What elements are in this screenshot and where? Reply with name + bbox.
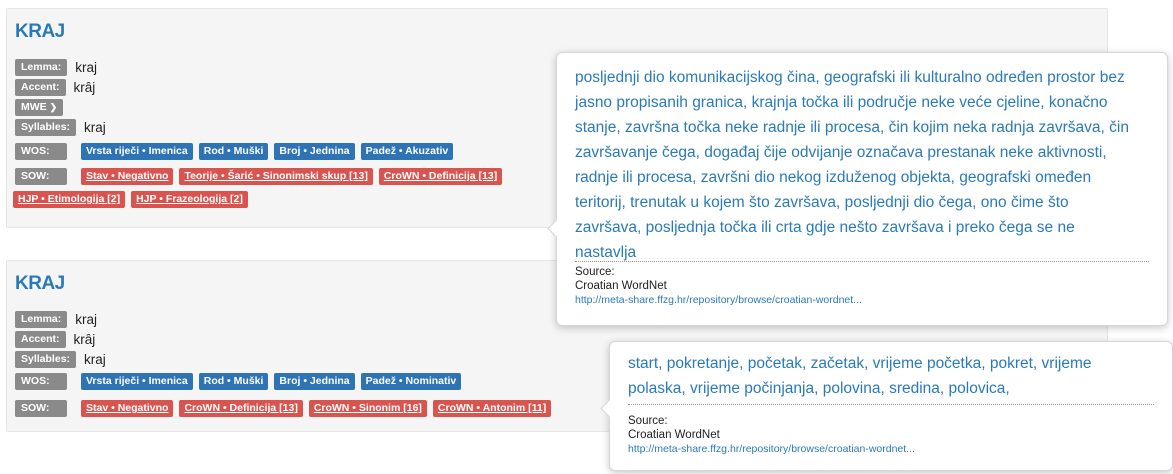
- sow-tag[interactable]: CroWN • Sinonim [16]: [308, 400, 427, 417]
- sow-tag[interactable]: CroWN • Definicija [13]: [179, 400, 303, 417]
- definition-tooltip: posljednji dio komunikacijskog čina, geo…: [547, 52, 1168, 326]
- entry-title: KRAJ: [15, 273, 65, 294]
- accent-label: Accent:: [15, 331, 66, 348]
- accent-label: Accent:: [15, 79, 66, 96]
- entry-title: KRAJ: [15, 21, 65, 42]
- chevron-down-icon: ❯: [49, 102, 58, 112]
- sow-label: SOW:: [15, 168, 67, 185]
- tooltip-line: start, pokretanje, početak, začetak, vri…: [628, 355, 1092, 372]
- lemma-value: kraj: [75, 60, 98, 75]
- tooltip-line: radnje ili procesa, završni dio nekog iz…: [575, 169, 1092, 186]
- sow-row: SOW: Stav • Negativno Teorije • Šarić • …: [15, 168, 503, 185]
- lemma-label: Lemma:: [15, 311, 68, 328]
- sow-label: SOW:: [15, 400, 67, 417]
- source-name: Croatian WordNet: [575, 280, 667, 292]
- source-name: Croatian WordNet: [628, 429, 720, 441]
- accent-value: krȃj: [73, 332, 96, 347]
- tooltip-line: jasno propisanih granica, krajnja točka …: [575, 94, 1108, 111]
- wos-tag[interactable]: Rod • Muški: [198, 373, 269, 390]
- wos-tag[interactable]: Broj • Jednina: [274, 143, 355, 160]
- wos-tag[interactable]: Padež • Akuzativ: [360, 143, 454, 160]
- accent-row: Accent: krȃj: [15, 79, 95, 96]
- wos-label: WOS:: [15, 373, 67, 390]
- syllables-row: Syllables: kraj: [15, 119, 106, 136]
- sow-row-continued: HJP • Etimologija [2] HJP • Frazeologija…: [13, 191, 248, 208]
- accent-value: krȃj: [73, 80, 96, 95]
- wos-row: WOS: Vrsta riječi • Imenica Rod • Muški …: [15, 373, 462, 390]
- tooltip-divider: [575, 261, 1149, 262]
- tooltip-line: stanje, završna točka neke radnje ili pr…: [575, 119, 1129, 136]
- syllables-label: Syllables:: [15, 351, 77, 368]
- synonym-tooltip: start, pokretanje, početak, začetak, vri…: [600, 341, 1173, 471]
- sow-tag[interactable]: Stav • Negativno: [81, 168, 174, 185]
- tooltip-line: završavanje čega, događaj čije odvijanje…: [575, 144, 1107, 161]
- tooltip-text: posljednji dio komunikacijskog čina, geo…: [575, 65, 1149, 265]
- lemma-label: Lemma:: [15, 59, 68, 76]
- wos-tag[interactable]: Rod • Muški: [198, 143, 269, 160]
- sow-tag[interactable]: CroWN • Definicija [13]: [378, 168, 503, 185]
- mwe-toggle-button[interactable]: MWE ❯: [15, 99, 64, 116]
- sow-tag[interactable]: HJP • Etimologija [2]: [13, 191, 126, 208]
- wos-tag[interactable]: Broj • Jednina: [274, 373, 355, 390]
- wos-tag[interactable]: Vrsta riječi • Imenica: [81, 373, 193, 390]
- sow-tag[interactable]: Stav • Negativno: [81, 400, 174, 417]
- accent-row: Accent: krȃj: [15, 331, 95, 348]
- tooltip-line: teritorij, trenutak u kojem što završava…: [575, 194, 1069, 211]
- source-label: Source:: [628, 415, 668, 427]
- tooltip-line: posljednji dio komunikacijskog čina, geo…: [575, 69, 1125, 86]
- source-link[interactable]: http://meta-share.ffzg.hr/repository/bro…: [575, 293, 862, 307]
- source-link[interactable]: http://meta-share.ffzg.hr/repository/bro…: [628, 442, 915, 456]
- sow-tag[interactable]: Teorije • Šarić • Sinonimski skup [13]: [179, 168, 373, 185]
- source-label: Source:: [575, 266, 615, 278]
- lemma-value: kraj: [75, 312, 98, 327]
- tooltip-text: start, pokretanje, početak, začetak, vri…: [628, 351, 1154, 401]
- tooltip-line: završava, posljednja točka ili crta gdje…: [575, 219, 1075, 236]
- syllables-value: kraj: [84, 352, 106, 367]
- wos-row: WOS: Vrsta riječi • Imenica Rod • Muški …: [15, 143, 454, 160]
- lemma-row: Lemma: kraj: [15, 59, 97, 76]
- wos-label: WOS:: [15, 143, 67, 160]
- tooltip-source: Source: Croatian WordNet http://meta-sha…: [575, 265, 862, 307]
- sow-row: SOW: Stav • Negativno CroWN • Definicija…: [15, 400, 552, 417]
- mwe-row: MWE ❯: [15, 99, 64, 116]
- lemma-row: Lemma: kraj: [15, 311, 97, 328]
- mwe-label: MWE: [21, 101, 47, 113]
- wos-tag[interactable]: Vrsta riječi • Imenica: [81, 143, 193, 160]
- tooltip-divider: [628, 404, 1154, 405]
- wos-tag[interactable]: Padež • Nominativ: [360, 373, 462, 390]
- sow-tag[interactable]: HJP • Frazeologija [2]: [131, 191, 248, 208]
- syllables-label: Syllables:: [15, 119, 77, 136]
- tooltip-line: polaska, vrijeme počinjanja, polovina, s…: [628, 380, 1010, 397]
- tooltip-source: Source: Croatian WordNet http://meta-sha…: [628, 414, 915, 456]
- syllables-row: Syllables: kraj: [15, 351, 106, 368]
- syllables-value: kraj: [84, 120, 106, 135]
- sow-tag[interactable]: CroWN • Antonim [11]: [432, 400, 552, 417]
